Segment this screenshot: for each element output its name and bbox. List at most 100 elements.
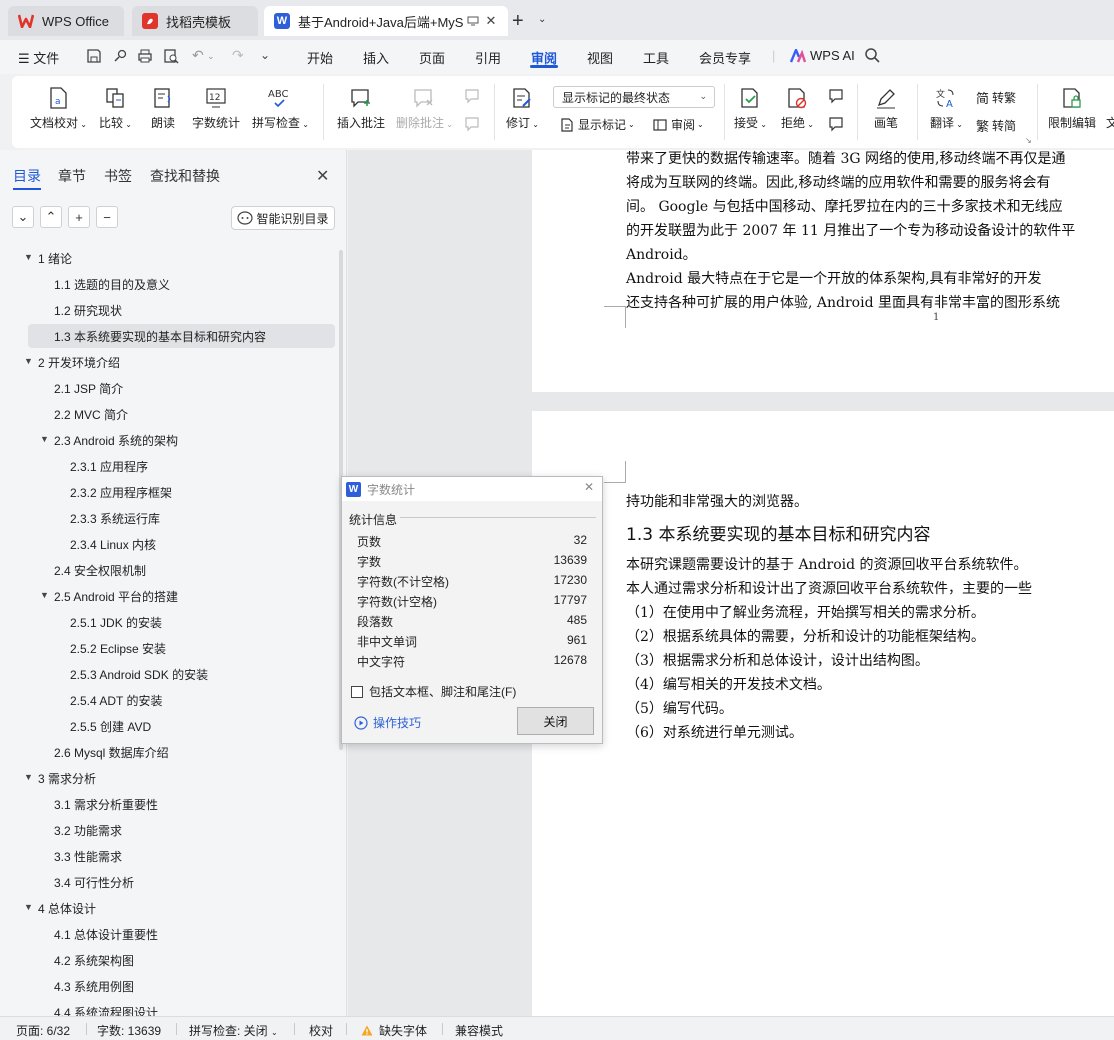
toc-item[interactable]: 2.5.5 创建 AVD: [70, 714, 151, 738]
close-tab-icon[interactable]: ✕: [485, 13, 496, 29]
more-ribbon-button[interactable]: 文: [1106, 114, 1114, 131]
toc-item[interactable]: 1.2 研究现状: [54, 298, 122, 322]
tab-bookmarks[interactable]: 书签: [104, 166, 132, 186]
toc-item[interactable]: 1.1 选题的目的及意义: [54, 272, 170, 296]
revise-button[interactable]: 修订 ⌄: [506, 86, 539, 131]
missing-font-status[interactable]: 缺失字体: [361, 1022, 427, 1039]
expand-caret-icon[interactable]: ▼: [24, 356, 33, 366]
expand-caret-icon[interactable]: ▼: [24, 252, 33, 262]
compare-button[interactable]: 比较 ⌄: [99, 86, 132, 131]
doc-check-button[interactable]: a 文档校对 ⌄: [30, 86, 87, 131]
toc-item[interactable]: 4.3 系统用例图: [54, 974, 134, 998]
new-tab-icon[interactable]: +: [512, 10, 524, 33]
toc-item[interactable]: 2.5 Android 平台的搭建: [54, 584, 178, 608]
wps-ai-button[interactable]: WPS AI: [790, 48, 855, 63]
tab-chapters[interactable]: 章节: [58, 166, 86, 186]
remove-heading-button[interactable]: −: [96, 206, 118, 228]
toc-item[interactable]: 1 绪论: [38, 246, 72, 270]
toc-item[interactable]: 2.3.2 应用程序框架: [70, 480, 172, 504]
tab-toc[interactable]: 目录: [13, 166, 41, 186]
print-preview-icon[interactable]: [163, 48, 179, 64]
markup-state-select[interactable]: 显示标记的最终状态 ⌄: [553, 86, 715, 108]
insert-comment-button[interactable]: 插入批注: [337, 86, 385, 131]
save-icon[interactable]: [86, 48, 102, 64]
toc-item[interactable]: 2.2 MVC 简介: [54, 402, 128, 426]
expand-caret-icon[interactable]: ▼: [24, 902, 33, 912]
menu-view[interactable]: 视图: [587, 48, 613, 67]
toc-item[interactable]: 1.3 本系统要实现的基本目标和研究内容: [28, 324, 335, 348]
toc-item[interactable]: 3.1 需求分析重要性: [54, 792, 158, 816]
spell-check-button[interactable]: ABC 拼写检查 ⌄: [252, 86, 309, 131]
smart-toc-button[interactable]: 智能识别目录: [231, 206, 335, 230]
proof-status[interactable]: 校对: [309, 1022, 333, 1039]
delete-comment-button[interactable]: 删除批注 ⌄: [396, 86, 453, 131]
close-icon[interactable]: ✕: [584, 480, 594, 494]
to-simplified-button[interactable]: 繁 转简: [976, 116, 1016, 135]
expand-caret-icon[interactable]: ▼: [40, 590, 49, 600]
toc-item[interactable]: 4.1 总体设计重要性: [54, 922, 158, 946]
toc-item[interactable]: 2.5.3 Android SDK 的安装: [70, 662, 208, 686]
toc-item[interactable]: 3.4 可行性分析: [54, 870, 134, 894]
toc-item[interactable]: 2.5.4 ADT 的安装: [70, 688, 162, 712]
tips-link[interactable]: 操作技巧: [354, 714, 421, 731]
expand-caret-icon[interactable]: ▼: [24, 772, 33, 782]
accept-button[interactable]: 接受 ⌄: [734, 86, 767, 131]
link-icon[interactable]: [112, 48, 128, 64]
tab-template[interactable]: 找稻壳模板: [132, 6, 258, 36]
word-count-button[interactable]: 12 字数统计: [192, 86, 240, 131]
toc-item[interactable]: 3.2 功能需求: [54, 818, 122, 842]
pen-button[interactable]: 画笔: [874, 86, 898, 131]
toc-item[interactable]: 2.4 安全权限机制: [54, 558, 146, 582]
collapse-all-button[interactable]: ⌄: [12, 206, 34, 228]
word-count-indicator[interactable]: 字数: 13639: [97, 1022, 161, 1039]
read-aloud-button[interactable]: 朗读: [151, 86, 175, 131]
close-button[interactable]: 关闭: [517, 707, 594, 735]
toc-item[interactable]: 2.3.4 Linux 内核: [70, 532, 156, 556]
close-icon[interactable]: ✕: [316, 166, 329, 186]
document-page[interactable]: 持功能和非常强大的浏览器。 1.3 本系统要实现的基本目标和研究内容 本研究课题…: [532, 411, 1114, 1016]
checkbox-box[interactable]: [351, 685, 363, 698]
file-menu[interactable]: ☰ 文件: [18, 48, 59, 67]
prev-revision-icon[interactable]: [828, 88, 849, 104]
undo-dropdown-icon[interactable]: ⌄: [207, 51, 223, 67]
tab-wps-office[interactable]: WPS Office: [8, 6, 124, 36]
toc-item[interactable]: 2.1 JSP 简介: [54, 376, 123, 400]
toc-item[interactable]: 3.3 性能需求: [54, 844, 122, 868]
menu-page[interactable]: 页面: [419, 48, 445, 67]
redo-icon[interactable]: ↷: [232, 47, 248, 63]
dialog-title-bar[interactable]: W 字数统计 ✕: [342, 477, 602, 501]
toc-item[interactable]: 2 开发环境介绍: [38, 350, 120, 374]
show-markup-button[interactable]: 显示标记 ⌄: [559, 116, 635, 133]
expand-caret-icon[interactable]: ▼: [40, 434, 49, 444]
search-icon[interactable]: [864, 47, 880, 63]
toc-item[interactable]: 4.4 系统流程图设计: [54, 1000, 158, 1017]
menu-reference[interactable]: 引用: [475, 48, 501, 67]
next-comment-icon[interactable]: [464, 116, 485, 132]
toc-item[interactable]: 4 总体设计: [38, 896, 96, 920]
prev-comment-icon[interactable]: [464, 88, 485, 104]
menu-tools[interactable]: 工具: [643, 48, 669, 67]
document-page[interactable]: 带来了更快的数据传输速率。随着 3G 网络的使用,移动终端不再仅是通 将成为互联…: [532, 150, 1114, 392]
print-icon[interactable]: [137, 48, 153, 64]
to-traditional-button[interactable]: 简 转繁: [976, 88, 1016, 107]
chevron-down-icon[interactable]: ⌄: [538, 14, 546, 25]
add-heading-button[interactable]: +: [68, 206, 90, 228]
expand-up-button[interactable]: ⌃: [40, 206, 62, 228]
undo-icon[interactable]: ↶: [192, 47, 208, 63]
toc-item[interactable]: 2.5.2 Eclipse 安装: [70, 636, 166, 660]
tab-find-replace[interactable]: 查找和替换: [150, 166, 220, 186]
toc-item[interactable]: 2.6 Mysql 数据库介绍: [54, 740, 169, 764]
toc-item[interactable]: 2.3 Android 系统的架构: [54, 428, 178, 452]
menu-member[interactable]: 会员专享: [699, 48, 751, 67]
monitor-icon[interactable]: [467, 16, 479, 26]
reject-button[interactable]: 拒绝 ⌄: [781, 86, 814, 131]
translate-button[interactable]: 文A 翻译 ⌄: [930, 86, 963, 131]
toc-item[interactable]: 2.5.1 JDK 的安装: [70, 610, 162, 634]
next-revision-icon[interactable]: [828, 116, 849, 132]
toc-item[interactable]: 2.3.3 系统运行库: [70, 506, 160, 530]
toc-item[interactable]: 2.3.1 应用程序: [70, 454, 148, 478]
expand-group-icon[interactable]: ↘: [1025, 136, 1032, 145]
menu-insert[interactable]: 插入: [363, 48, 389, 67]
toc-item[interactable]: 4.2 系统架构图: [54, 948, 134, 972]
menu-start[interactable]: 开始: [307, 48, 333, 67]
